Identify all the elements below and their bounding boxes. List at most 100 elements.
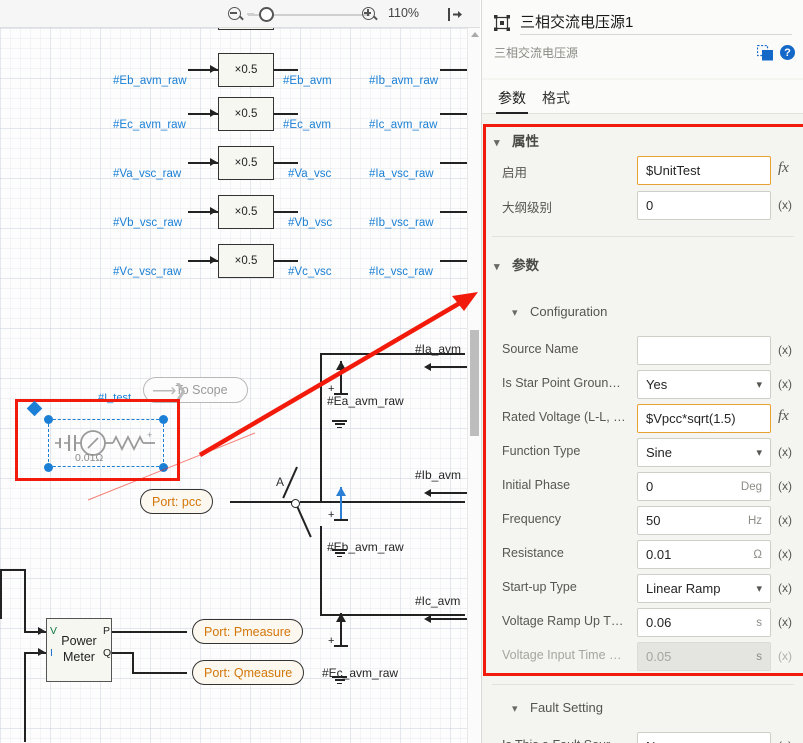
zoom-out-icon[interactable] <box>228 7 241 20</box>
field-value: 0.05 <box>646 649 672 664</box>
junction-node-a[interactable] <box>291 499 300 508</box>
variable-icon[interactable]: (x) <box>778 445 792 459</box>
power-meter-title-2: Meter <box>63 650 95 664</box>
fx-icon[interactable]: fx <box>778 408 789 425</box>
gain-block-0[interactable]: ×0.5 <box>218 53 274 87</box>
duplicate-icon[interactable] <box>756 44 774 66</box>
function-type-select[interactable]: Sine ▾ <box>637 438 771 467</box>
row-rated-voltage: Rated Voltage (L-L, … $Vpcc*sqrt(1.5) fx <box>482 402 803 436</box>
signal-label-output-1: #Ec_avm <box>283 119 331 131</box>
wire <box>300 501 465 503</box>
variable-icon[interactable]: (x) <box>778 377 792 391</box>
zoom-in-icon[interactable] <box>362 7 375 20</box>
scroll-up-icon[interactable] <box>471 32 479 37</box>
power-meter-pin-i: I <box>50 647 53 659</box>
row-label: Voltage Ramp Up T… <box>502 614 624 628</box>
port-qmeasure-label: Port: Qmeasure <box>204 665 293 680</box>
initial-phase-field[interactable]: 0 Deg <box>637 472 771 501</box>
is-fault-source-select[interactable]: No ▾ <box>637 732 771 743</box>
wire <box>24 569 26 632</box>
signal-label-current-3: #Ib_vsc_raw <box>369 217 434 229</box>
schematic-canvas[interactable]: #Eb_avm_raw ×0.5 #Eb_avm #Ib_avm_raw #Ec… <box>0 28 480 743</box>
variable-icon[interactable]: (x) <box>778 479 792 493</box>
resize-handle-tr[interactable] <box>159 415 168 424</box>
section-attributes[interactable]: ▾ 属性 <box>494 130 539 150</box>
row-label: Initial Phase <box>502 478 571 492</box>
fit-to-width-icon[interactable] <box>448 7 464 22</box>
wire <box>132 652 134 673</box>
variable-icon[interactable]: (x) <box>778 513 792 527</box>
variable-icon[interactable]: (x) <box>778 547 792 561</box>
frequency-field[interactable]: 50 Hz <box>637 506 771 535</box>
port-pcc-label: Port: pcc <box>152 494 202 509</box>
node-label-a: A <box>276 475 285 489</box>
panel-tabs: 参数 格式 <box>482 80 803 114</box>
gain-block-4[interactable]: ×0.5 <box>218 244 274 278</box>
signal-label-output-4: #Vc_vsc <box>288 266 332 278</box>
wire <box>230 501 292 503</box>
variable-icon[interactable]: (x) <box>778 198 792 212</box>
port-pmeasure[interactable]: Port: Pmeasure <box>192 619 303 644</box>
variable-icon[interactable]: (x) <box>778 615 792 629</box>
ground-icon-1 <box>332 549 347 558</box>
current-label-1: #Ib_avm <box>415 468 462 482</box>
wire <box>430 492 470 494</box>
gain-block-1[interactable]: ×0.5 <box>218 97 274 131</box>
tab-format[interactable]: 格式 <box>540 84 572 112</box>
ground-icon-0 <box>332 420 347 429</box>
startup-type-select[interactable]: Linear Ramp ▾ <box>637 574 771 603</box>
voltage-input-time-field: 0.05 s <box>637 642 771 671</box>
section-fault-setting[interactable]: ▾ Fault Setting <box>512 700 603 715</box>
row-label: 启用 <box>502 166 528 180</box>
chevron-down-icon: ▾ <box>756 379 762 391</box>
resize-handle-bl[interactable] <box>44 463 53 472</box>
fx-icon[interactable]: fx <box>778 160 789 177</box>
rated-voltage-field[interactable]: $Vpcc*sqrt(1.5) <box>637 404 771 433</box>
section-parameters[interactable]: ▾ 参数 <box>494 254 539 274</box>
gain-block-3[interactable]: ×0.5 <box>218 195 274 229</box>
variable-icon[interactable]: (x) <box>778 343 792 357</box>
panel-body: ▾ 属性 启用 $UnitTest fx 大纲级别 0 (x) ▾ 参数 ▾ C… <box>482 114 803 743</box>
wire-arrow <box>38 648 45 656</box>
help-icon[interactable]: ? <box>780 45 795 60</box>
field-value: Linear Ramp <box>646 581 721 596</box>
canvas-scrollbar-thumb[interactable] <box>470 330 479 436</box>
signal-label-current-2: #Ia_vsc_raw <box>369 168 434 180</box>
resize-handle-br[interactable] <box>159 463 168 472</box>
signal-label-input-1: #Ec_avm_raw <box>113 119 186 131</box>
signal-label-input-2: #Va_vsc_raw <box>113 168 182 180</box>
canvas-scrollbar[interactable] <box>467 28 480 743</box>
panel-title[interactable]: 三相交流电压源1 <box>520 8 792 35</box>
row-label: Voltage Input Time … <box>502 648 622 662</box>
variable-icon[interactable]: (x) <box>778 739 792 743</box>
port-pcc[interactable]: Port: pcc <box>140 489 214 514</box>
row-label: Is Star Point Groun… <box>502 376 621 390</box>
gain-block-clipped[interactable] <box>218 28 274 30</box>
row-label: Start-up Type <box>502 580 577 594</box>
is-star-point-grounded-select[interactable]: Yes ▾ <box>637 370 771 399</box>
power-meter-title-1: Power <box>61 634 97 649</box>
field-value: 0.01 <box>646 547 672 562</box>
enable-field[interactable]: $UnitTest <box>637 156 771 185</box>
tab-parameters[interactable]: 参数 <box>496 84 528 114</box>
port-qmeasure[interactable]: Port: Qmeasure <box>192 660 305 685</box>
resistance-field[interactable]: 0.01 Ω <box>637 540 771 569</box>
variable-icon[interactable]: (x) <box>778 581 792 595</box>
port-pmeasure-label: Port: Pmeasure <box>204 624 291 639</box>
section-configuration[interactable]: ▾ Configuration <box>512 304 607 319</box>
voltage-source-symbol[interactable]: + <box>55 428 160 458</box>
resize-handle-tl[interactable] <box>44 415 53 424</box>
field-value: 0 <box>646 198 654 213</box>
power-meter-pin-p: P <box>103 625 111 637</box>
gain-block-2[interactable]: ×0.5 <box>218 146 274 180</box>
zoom-slider-knob[interactable] <box>259 7 274 22</box>
divider <box>492 236 794 237</box>
chevron-down-icon: ▾ <box>512 703 518 715</box>
outline-level-field[interactable]: 0 <box>637 191 771 220</box>
voltage-label-0: #Ea_avm_raw <box>327 394 404 408</box>
voltage-ramp-up-time-field[interactable]: 0.06 s <box>637 608 771 637</box>
to-scope-arrow-icon: ⟶❯ <box>152 381 188 400</box>
chevron-down-icon: ▾ <box>494 261 500 273</box>
chevron-down-icon: ▾ <box>512 307 518 319</box>
source-name-field[interactable] <box>637 336 771 365</box>
